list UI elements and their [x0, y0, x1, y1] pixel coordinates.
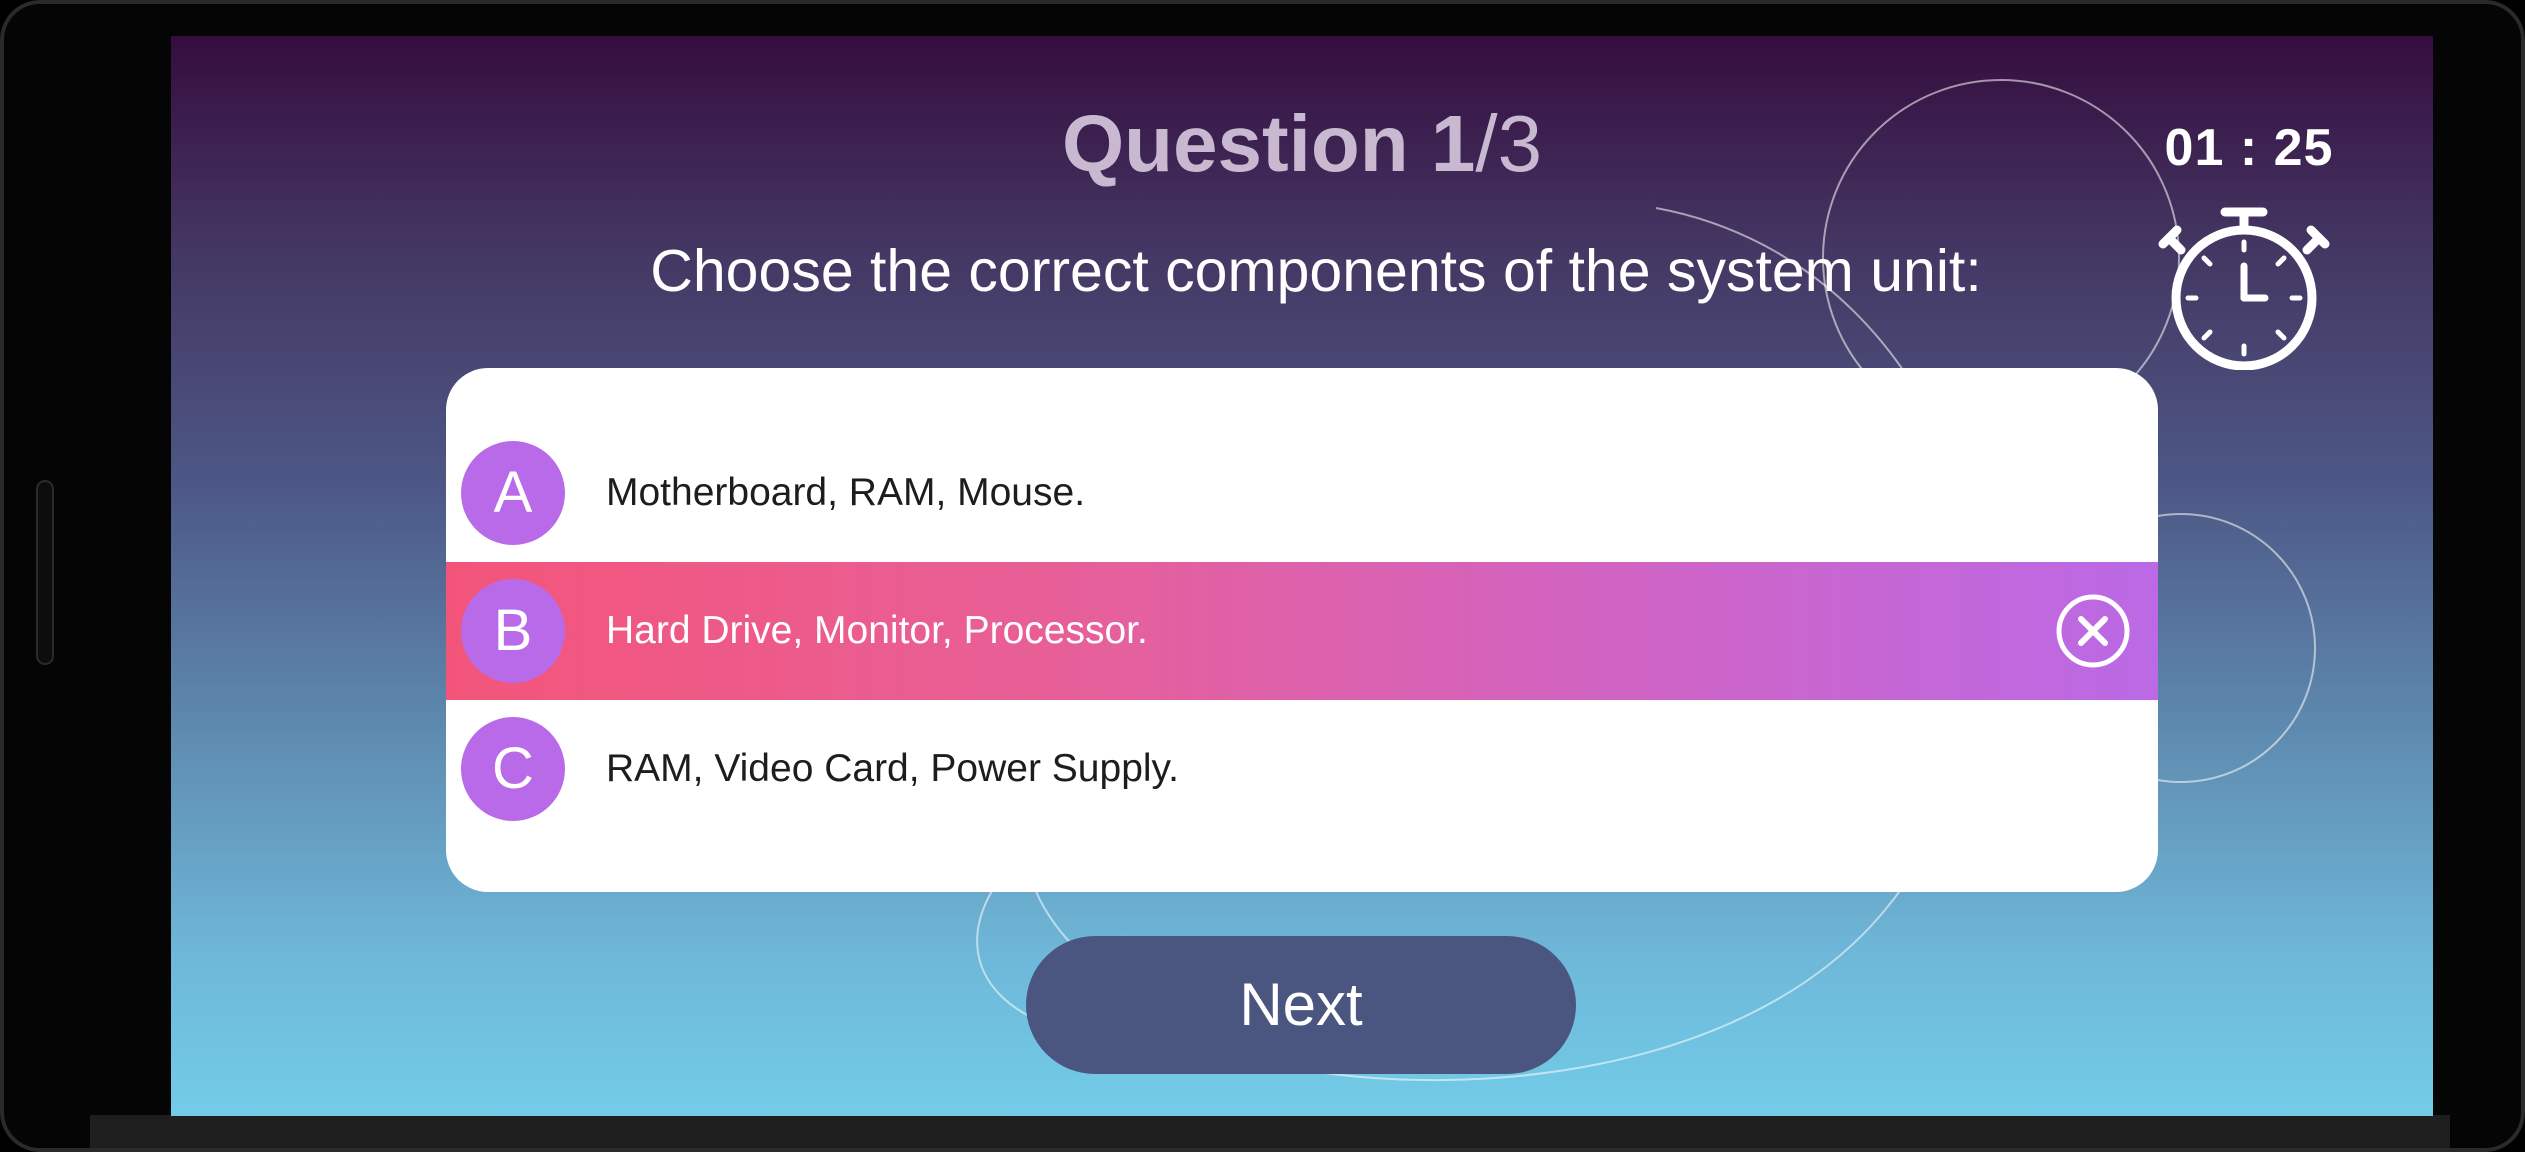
bottom-bezel: [90, 1115, 2450, 1152]
answer-option-b[interactable]: B Hard Drive, Monitor, Processor.: [446, 562, 2158, 700]
question-number: Question 1: [1061, 99, 1476, 188]
option-letter-badge: A: [461, 441, 565, 545]
question-total: /3: [1475, 99, 1543, 188]
answer-option-c[interactable]: C RAM, Video Card, Power Supply.: [446, 700, 2158, 838]
option-text: Motherboard, RAM, Mouse.: [606, 471, 1086, 514]
speaker-grille: [36, 480, 54, 665]
question-counter: Question 1/3: [171, 98, 2433, 190]
option-text: Hard Drive, Monitor, Processor.: [606, 609, 1148, 652]
device-frame: Question 1/3 Choose the correct componen…: [0, 0, 2525, 1152]
stopwatch-icon: [2158, 207, 2330, 370]
option-text: RAM, Video Card, Power Supply.: [606, 747, 1179, 790]
countdown-timer: 01 : 25: [2164, 119, 2334, 177]
close-circle-icon: [2056, 594, 2130, 668]
next-button[interactable]: Next: [1026, 936, 1576, 1074]
quiz-screen: Question 1/3 Choose the correct componen…: [171, 36, 2433, 1116]
option-letter-badge: C: [461, 717, 565, 821]
answer-option-a[interactable]: A Motherboard, RAM, Mouse.: [446, 424, 2158, 562]
answer-options-card: A Motherboard, RAM, Mouse. B Hard Drive,…: [446, 368, 2158, 892]
question-prompt: Choose the correct components of the sys…: [650, 238, 1982, 304]
option-letter-badge: B: [461, 579, 565, 683]
